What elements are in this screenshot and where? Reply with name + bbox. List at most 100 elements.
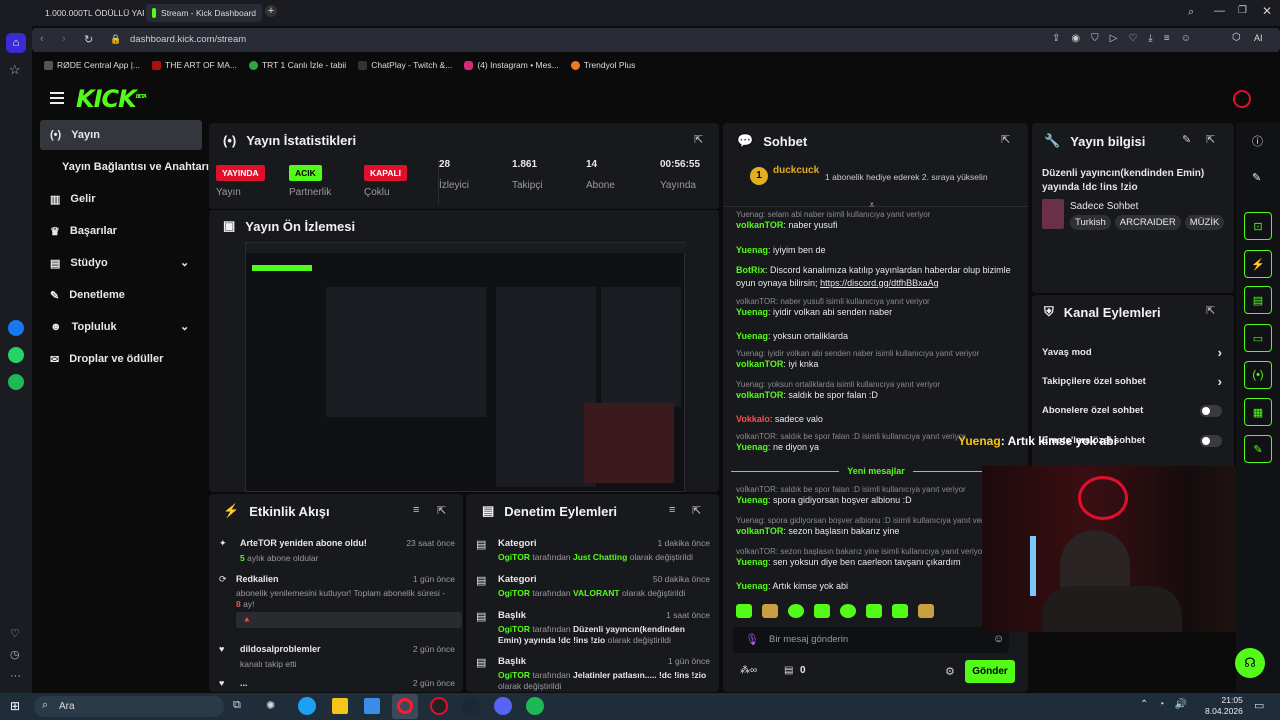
extensions-icon[interactable]: ⬡ — [1232, 32, 1241, 43]
popout-icon[interactable]: ⇱ — [694, 133, 703, 146]
restore-button[interactable]: ❐ — [1238, 5, 1247, 16]
tag[interactable]: ARCRAIDER — [1114, 215, 1181, 230]
heart-outline-icon[interactable]: ♡ — [1128, 33, 1137, 44]
clip-button[interactable]: ⊡ — [1244, 212, 1272, 240]
chat-username[interactable]: Yuenag — [736, 495, 768, 505]
more-icon[interactable]: ··· — [10, 670, 21, 682]
action-slow-mode[interactable]: Yavaş mod › — [1042, 345, 1222, 360]
chat-username[interactable]: Yuenag — [736, 581, 768, 591]
chat-input[interactable]: Bir mesaj gönderin — [769, 634, 848, 645]
home-icon[interactable]: ⌂ — [6, 33, 26, 53]
chat-username[interactable]: Yuenag — [736, 557, 768, 567]
play-icon[interactable]: ▷ — [1110, 33, 1118, 44]
chat-button[interactable]: ▭ — [1244, 324, 1272, 352]
messenger-icon[interactable] — [8, 320, 24, 336]
stream-preview[interactable] — [245, 242, 686, 492]
forward-icon[interactable]: › — [62, 33, 66, 45]
bookmark-trendyol[interactable]: Trendyol Plus — [570, 60, 635, 70]
emote-icon[interactable] — [892, 604, 908, 618]
filter-icon[interactable]: ≡ — [669, 504, 675, 516]
star-icon[interactable]: ☆ — [9, 62, 21, 78]
opera-taskbar-button[interactable] — [392, 694, 418, 719]
action-subs-only[interactable]: Abonelere özel sohbet — [1042, 405, 1222, 417]
filter-icon[interactable]: ≡ — [413, 504, 419, 516]
emote-icon[interactable] — [840, 604, 856, 618]
hamburger-icon[interactable] — [50, 92, 64, 104]
chevron-up-icon[interactable]: ⌃ — [1140, 699, 1148, 710]
close-window-button[interactable]: ✕ — [1262, 4, 1272, 18]
history-icon[interactable]: ◷ — [10, 648, 20, 661]
sidebar-item-droplar[interactable]: ✉ Droplar ve ödüller — [40, 344, 202, 374]
wifi-icon[interactable]: ◔ — [1158, 699, 1164, 710]
spotify-icon[interactable] — [8, 374, 24, 390]
sidebar-item-yayin[interactable]: (•) Yayın — [40, 120, 202, 150]
copilot-icon[interactable]: ✺ — [266, 699, 275, 712]
shield-icon[interactable]: ⛉ — [1091, 33, 1099, 44]
bookmark-instagram[interactable]: (4) Instagram • Mes... — [464, 60, 559, 70]
tab-youtube[interactable]: 1.000.000TL ÖDÜLLÜ YARI — [34, 4, 144, 22]
chat-username[interactable]: Yuenag — [736, 307, 768, 317]
chat-username[interactable]: Yuenag — [736, 245, 768, 255]
search-tabs-icon[interactable]: ⌕ — [1188, 6, 1194, 19]
explorer-icon[interactable] — [332, 698, 348, 714]
points-icon[interactable]: ⁂∞ — [740, 665, 757, 676]
support-button[interactable]: ☊ — [1235, 648, 1265, 678]
chat-username[interactable]: volkanTOR — [736, 390, 783, 400]
sidebar-item-studyo[interactable]: ▤ Stüdyo ⌄ — [40, 248, 202, 278]
action-followers-only[interactable]: Takipçilere özel sohbet › — [1042, 374, 1222, 389]
ai-button[interactable]: AI — [1254, 33, 1263, 43]
kick-logo[interactable]: KICKBETA — [76, 85, 147, 113]
chat-username[interactable]: volkanTOR — [736, 359, 783, 369]
chat-username[interactable]: Yuenag — [736, 331, 768, 341]
notes-button[interactable]: ▤ — [1244, 286, 1272, 314]
reload-icon[interactable]: ↻ — [84, 33, 93, 46]
send-button[interactable]: Gönder — [965, 660, 1015, 683]
emoji-icon[interactable]: ☺ — [993, 633, 1004, 645]
pencil-icon[interactable]: ✎ — [1252, 171, 1261, 184]
popout-icon[interactable]: ⇱ — [692, 504, 701, 517]
tag[interactable]: MÜZİK — [1184, 215, 1225, 230]
chat-username[interactable]: Yuenag — [736, 442, 768, 452]
heart-icon[interactable]: ♡ — [10, 627, 20, 640]
avatar[interactable] — [1233, 90, 1251, 108]
chat-username[interactable]: volkanTOR — [736, 526, 783, 536]
discord-icon[interactable] — [494, 697, 512, 715]
info-icon[interactable]: ⓘ — [1252, 133, 1263, 149]
bookmark-rode[interactable]: RØDE Central App |... — [44, 60, 140, 70]
chat-username[interactable]: BotRix — [736, 265, 765, 275]
tools-button[interactable]: ✎ — [1244, 435, 1272, 463]
emote-icon[interactable] — [788, 604, 804, 618]
settings-icon[interactable]: ⚙ — [945, 665, 955, 678]
popout-icon[interactable]: ⇱ — [1001, 133, 1010, 146]
popout-icon[interactable]: ⇱ — [1206, 304, 1215, 317]
storage-button[interactable]: ▦ — [1244, 398, 1272, 426]
broadcast-button[interactable]: (•) — [1244, 361, 1272, 389]
minimize-button[interactable]: — — [1214, 5, 1225, 17]
windows-start-icon[interactable]: ⊞ — [10, 699, 20, 713]
download-icon[interactable]: ⤓ — [1148, 33, 1152, 44]
clock[interactable]: 21:05 8.04.2026 — [1205, 695, 1243, 717]
chat-username[interactable]: volkanTOR — [736, 220, 783, 230]
camera-icon[interactable]: ◉ — [1071, 33, 1080, 44]
taskbar-search[interactable]: ⌕ Ara — [34, 696, 224, 717]
sidebar-item-basarilar[interactable]: ♛ Başarılar — [40, 216, 202, 246]
new-tab-button[interactable]: + — [265, 5, 277, 17]
whatsapp-icon[interactable] — [8, 347, 24, 363]
menu-icon[interactable]: ≡ — [1164, 33, 1170, 44]
edit-icon[interactable]: ✎ — [1182, 133, 1191, 146]
toggle-switch[interactable] — [1200, 435, 1222, 447]
lightning-button[interactable]: ⚡ — [1244, 250, 1272, 278]
url-field[interactable]: dashboard.kick.com/stream — [130, 34, 246, 45]
share-icon[interactable]: ⇪ — [1052, 33, 1060, 44]
category-name[interactable]: Sadece Sohbet — [1070, 201, 1138, 212]
bookmark-art[interactable]: THE ART OF MA... — [152, 60, 237, 70]
popout-icon[interactable]: ⇱ — [437, 504, 446, 517]
toggle-switch[interactable] — [1200, 405, 1222, 417]
popout-icon[interactable]: ⇱ — [1206, 133, 1215, 146]
sidebar-item-stream-key[interactable]: Yayın Bağlantısı ve Anahtarı — [40, 152, 215, 182]
emote-icon[interactable] — [736, 604, 752, 618]
chat-username[interactable]: Vokkalo — [736, 414, 770, 424]
profile-icon[interactable]: ☺ — [1181, 33, 1191, 44]
task-view-icon[interactable]: ⧉ — [233, 699, 241, 712]
chat-link[interactable]: https://discord.gg/dtfhBBxaAg — [820, 278, 939, 288]
